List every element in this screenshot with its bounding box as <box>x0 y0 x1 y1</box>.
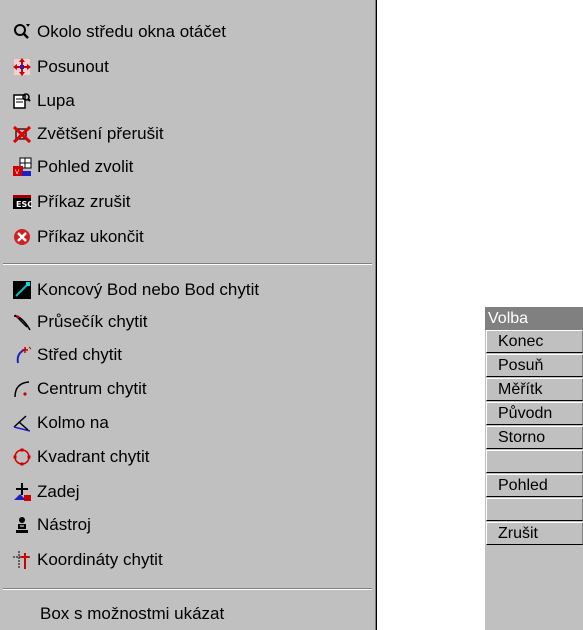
menu-item-center-snap[interactable]: Centrum chytit <box>12 374 147 404</box>
menu-item-zoom[interactable]: Lupa <box>12 86 75 116</box>
menu-item-label: Okolo středu okna otáčet <box>37 22 227 41</box>
menu-item-intersection-snap[interactable]: Průsečík chytit <box>12 307 148 337</box>
cancel-zoom-icon <box>12 124 32 144</box>
menu-separator <box>3 588 372 590</box>
menu-item-quadrant-snap[interactable]: Kvadrant chytit <box>12 442 149 472</box>
endpoint-snap-icon <box>12 280 32 300</box>
menu-item-label: Koordináty chytit <box>37 550 163 569</box>
menu-item-rotate-around-center[interactable]: Okolo středu okna otáčet <box>12 17 226 47</box>
view-select-icon: V <box>12 157 32 177</box>
cancel-command-icon: ESC <box>12 192 32 212</box>
panel-title: Volba <box>485 307 583 330</box>
menu-item-label: Příkaz zrušit <box>37 192 131 211</box>
menu-item-label: Střed chytit <box>37 345 123 364</box>
menu-item-show-options-box[interactable]: Box s možnostmi ukázat <box>40 599 224 629</box>
menu-separator <box>3 263 372 265</box>
end-command-icon <box>12 227 32 247</box>
menu-item-label: Kvadrant chytit <box>37 447 150 466</box>
menu-item-tool[interactable]: Nástroj <box>12 510 91 540</box>
menu-item-label: Příkaz ukončit <box>37 227 144 246</box>
blank-button[interactable] <box>486 450 583 473</box>
menu-item-endpoint-snap[interactable]: Koncový Bod nebo Bod chytit <box>12 275 259 305</box>
zoom-icon <box>12 91 32 111</box>
cancel-button[interactable]: Zrušit <box>486 522 583 545</box>
menu-item-label: Pohled zvolit <box>37 157 134 176</box>
svg-text:ESC: ESC <box>16 200 32 209</box>
menu-item-label: Lupa <box>37 91 75 110</box>
menu-item-label: Průsečík chytit <box>37 312 148 331</box>
menu-item-label: Koncový Bod nebo Bod chytit <box>37 280 260 299</box>
menu-item-select-view[interactable]: V Pohled zvolit <box>12 152 133 182</box>
original-button[interactable]: Původn <box>486 402 583 425</box>
blank-button[interactable] <box>486 498 583 521</box>
menu-item-coordinates-snap[interactable]: Koordináty chytit <box>12 545 163 575</box>
menu-item-label: Centrum chytit <box>37 379 147 398</box>
rotate-magnifier-icon <box>12 22 32 42</box>
perpendicular-snap-icon <box>12 413 32 433</box>
menu-item-label: Zadej <box>37 482 80 501</box>
context-menu: Okolo středu okna otáčet Posunout Lupa Z… <box>0 0 377 630</box>
menu-item-label: Zvětšení přerušit <box>37 124 164 143</box>
menu-item-pan[interactable]: Posunout <box>12 52 109 82</box>
menu-item-label: Nástroj <box>37 515 91 534</box>
menu-item-label: Posunout <box>37 57 109 76</box>
view-button[interactable]: Pohled <box>486 474 583 497</box>
menu-item-perpendicular-snap[interactable]: Kolmo na <box>12 408 109 438</box>
scale-button[interactable]: Měřítk <box>486 378 583 401</box>
menu-item-label: Kolmo na <box>37 413 109 432</box>
menu-item-end-command[interactable]: Příkaz ukončit <box>12 222 144 252</box>
midpoint-snap-icon <box>12 345 32 365</box>
menu-item-midpoint-snap[interactable]: Střed chytit <box>12 340 122 370</box>
menu-item-cancel-zoom[interactable]: Zvětšení přerušit <box>12 119 164 149</box>
options-panel: Volba Konec Posuň Měřítk Původn Storno P… <box>485 307 583 630</box>
menu-item-enter-point[interactable]: Zadej <box>12 477 80 507</box>
enter-point-icon <box>12 482 32 502</box>
intersection-snap-icon <box>12 312 32 332</box>
storno-button[interactable]: Storno <box>486 426 583 449</box>
menu-item-label: Box s možnostmi ukázat <box>40 604 225 623</box>
center-snap-icon <box>12 379 32 399</box>
quadrant-snap-icon <box>12 447 32 467</box>
coordinates-snap-icon <box>12 550 32 570</box>
pan-icon <box>12 57 32 77</box>
tool-icon <box>12 515 32 535</box>
end-button[interactable]: Konec <box>486 330 583 353</box>
move-button[interactable]: Posuň <box>486 354 583 377</box>
menu-item-cancel-command[interactable]: ESC Příkaz zrušit <box>12 187 131 217</box>
